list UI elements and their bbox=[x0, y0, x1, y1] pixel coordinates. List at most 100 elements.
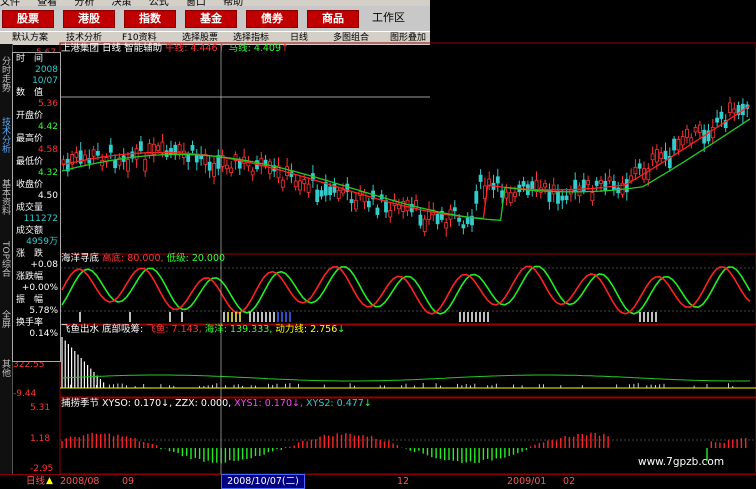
flying-fish-histogram bbox=[60, 337, 756, 389]
ocean-line bbox=[61, 374, 751, 382]
xys1-value: 0.170 bbox=[264, 398, 292, 409]
candle-body bbox=[353, 199, 358, 210]
candle-body bbox=[186, 154, 191, 162]
candle-body bbox=[629, 175, 633, 182]
xyso-value: 0.170 bbox=[133, 398, 162, 409]
panel4-axis-mid: 1.18 bbox=[30, 434, 51, 444]
power-value: 2.756 bbox=[310, 324, 338, 335]
amount-value: 4959万 bbox=[26, 237, 58, 247]
candle-body bbox=[452, 207, 457, 212]
candle-body bbox=[293, 180, 298, 188]
candle-body bbox=[113, 159, 117, 169]
candle-body bbox=[547, 190, 552, 202]
candle-body bbox=[478, 174, 483, 182]
xys1-label: XYS1: bbox=[234, 398, 262, 409]
candle-body bbox=[590, 192, 595, 202]
candle-body bbox=[715, 117, 719, 123]
candle-body bbox=[732, 108, 737, 114]
candle-body bbox=[384, 200, 388, 213]
candle-body bbox=[719, 111, 724, 119]
candle-body bbox=[164, 150, 169, 157]
change-value: +0.08 bbox=[30, 260, 58, 270]
candle-body bbox=[315, 189, 320, 203]
candle-body bbox=[96, 150, 100, 156]
candle-body bbox=[194, 154, 199, 163]
close-label: 收盘价 bbox=[16, 180, 44, 190]
quote-info-panel: 时 间 2008 10/07 数 值 5.36 开盘价 4.42 最高价 4.5… bbox=[12, 52, 61, 362]
period-mode[interactable]: 日线 bbox=[26, 475, 45, 488]
candle-body bbox=[108, 144, 113, 153]
candle-body bbox=[698, 124, 702, 133]
candle-body bbox=[418, 214, 423, 226]
volume-value: 111272 bbox=[23, 214, 58, 224]
open-label: 开盘价 bbox=[16, 111, 44, 121]
candle-body bbox=[328, 186, 333, 196]
panel2-low-label: 低级: bbox=[166, 253, 189, 264]
candle-body bbox=[560, 195, 565, 201]
candle-body bbox=[74, 152, 79, 158]
ma1-value: 4.446 bbox=[190, 43, 218, 54]
amplitude-value: 5.78% bbox=[29, 306, 58, 316]
osc-green-line bbox=[61, 265, 751, 315]
date-tick-2: 09 bbox=[122, 476, 135, 487]
panel3-axis-bottom: -9.44 bbox=[13, 389, 37, 399]
ma1-label: 牛线: bbox=[165, 43, 188, 54]
panel3-name: 飞鱼出水 bbox=[61, 324, 100, 335]
volume-label: 成交量 bbox=[16, 203, 44, 213]
candle-body bbox=[388, 210, 393, 218]
candle-body bbox=[465, 217, 470, 224]
high-value: 4.58 bbox=[37, 145, 58, 155]
main-panel-header: 上港集团 日线 智能辅助 牛线: 4.446↑ 马线: 4.409↑ bbox=[61, 43, 289, 54]
triangle-icon[interactable]: ▲ bbox=[46, 475, 53, 488]
candle-body bbox=[207, 161, 212, 171]
candle-body bbox=[362, 192, 367, 203]
candle-body bbox=[685, 128, 689, 138]
candle-body bbox=[599, 179, 603, 184]
candle-body bbox=[607, 176, 612, 182]
ma2-value: 4.409 bbox=[253, 43, 282, 54]
value-label: 数 值 bbox=[16, 88, 44, 98]
candle-body bbox=[655, 149, 659, 163]
candle-body bbox=[422, 218, 427, 232]
panel2-name: 海洋寻底 bbox=[61, 253, 100, 264]
candle-body bbox=[250, 170, 255, 176]
candle-body bbox=[319, 190, 324, 197]
candle-body bbox=[160, 141, 165, 154]
candle-body bbox=[521, 181, 526, 187]
candle-body bbox=[190, 145, 195, 151]
candle-body bbox=[680, 136, 685, 146]
candle-body bbox=[650, 153, 655, 161]
candle-body bbox=[336, 190, 341, 199]
candle-body bbox=[663, 150, 668, 160]
panel-frame bbox=[59, 42, 756, 255]
change-pct-value: +0.00% bbox=[21, 283, 58, 293]
low-value: 4.32 bbox=[37, 168, 58, 178]
candle-body bbox=[212, 163, 216, 177]
panel4-header: 捕捞季节 XYSO: 0.170↓, ZZX: 0.000, XYS1: 0.1… bbox=[61, 398, 372, 409]
chart-canvas[interactable] bbox=[0, 0, 756, 487]
candle-body bbox=[676, 138, 681, 151]
panel4-axis-bottom: -2.95 bbox=[30, 464, 54, 474]
candle-body bbox=[487, 178, 492, 186]
candle-body bbox=[126, 159, 130, 172]
candle-body bbox=[224, 164, 229, 170]
low-label: 最低价 bbox=[16, 157, 44, 167]
ma2-label: 马线: bbox=[228, 43, 251, 54]
indicator-name: 智能辅助 bbox=[124, 43, 163, 54]
candle-body bbox=[229, 167, 234, 173]
panel2-high-value: 80.000, bbox=[127, 253, 164, 264]
fish-label: 飞鱼: bbox=[146, 324, 169, 335]
candle-body bbox=[603, 180, 608, 192]
value-value: 5.36 bbox=[37, 99, 58, 109]
candle-body bbox=[169, 148, 173, 155]
ocean-label: 海洋: bbox=[204, 324, 227, 335]
ocean-bottom-oscillator bbox=[61, 265, 751, 322]
candle-body bbox=[91, 149, 96, 157]
fish-value: 7.143, bbox=[171, 324, 202, 335]
candle-body bbox=[689, 137, 694, 144]
candle-body bbox=[83, 154, 87, 161]
zzx-label: ZZX: bbox=[175, 398, 198, 409]
turnover-value: 0.14% bbox=[29, 329, 58, 339]
candle-body bbox=[633, 166, 638, 175]
time-date: 10/07 bbox=[32, 76, 58, 86]
